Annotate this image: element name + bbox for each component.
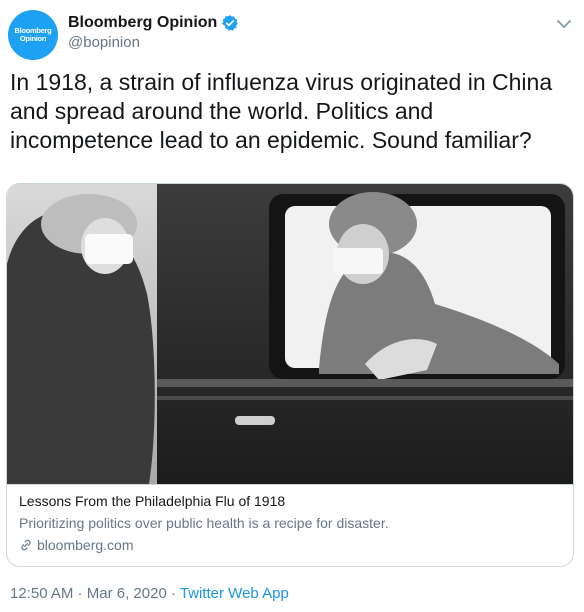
card-description: Prioritizing politics over public health… [19, 515, 389, 531]
tweet-header: Bloomberg Opinion Bloomberg Opinion @bop… [8, 8, 576, 60]
card-domain[interactable]: bloomberg.com [19, 537, 134, 553]
account-handle[interactable]: @bopinion [68, 34, 239, 51]
tweet-time[interactable]: 12:50 AM [10, 585, 73, 602]
tweet-date[interactable]: Mar 6, 2020 [87, 585, 167, 602]
tweet-text: In 1918, a strain of influenza virus ori… [10, 69, 553, 153]
avatar[interactable]: Bloomberg Opinion [8, 10, 58, 60]
source-app-link[interactable]: Twitter Web App [180, 585, 289, 602]
card-meta[interactable]: Lessons From the Philadelphia Flu of 191… [7, 484, 573, 566]
chevron-down-icon[interactable] [554, 14, 574, 34]
footer-separator: · [73, 585, 87, 602]
tweet-footer: 12:50 AM · Mar 6, 2020 · Twitter Web App [10, 585, 289, 602]
display-name[interactable]: Bloomberg Opinion [68, 14, 217, 32]
display-name-row: Bloomberg Opinion [68, 14, 239, 32]
account-names: Bloomberg Opinion @bopinion [68, 14, 239, 51]
link-icon [21, 539, 31, 551]
link-card[interactable]: Lessons From the Philadelphia Flu of 191… [6, 183, 574, 567]
card-title[interactable]: Lessons From the Philadelphia Flu of 191… [19, 493, 285, 509]
verified-badge-icon [222, 15, 239, 31]
card-image[interactable] [7, 184, 573, 484]
footer-separator-2: · [166, 585, 180, 602]
card-domain-text: bloomberg.com [37, 537, 134, 553]
avatar-text-line2: Opinion [19, 34, 47, 43]
